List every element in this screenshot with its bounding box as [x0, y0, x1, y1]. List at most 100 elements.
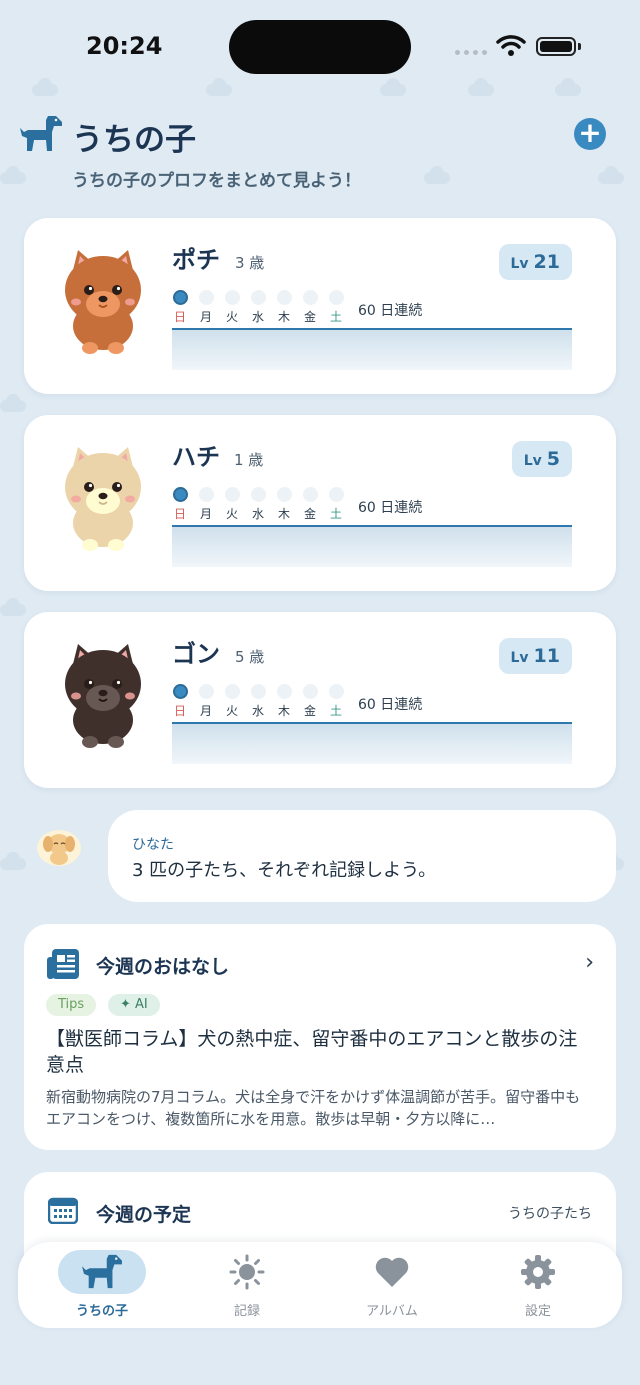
- level-value: 5: [546, 448, 560, 470]
- weekday-item: 水: [250, 290, 266, 325]
- weekday-item: 土: [328, 290, 344, 325]
- level-label: Lv: [510, 256, 529, 272]
- day-status-dot: [224, 487, 240, 502]
- weekday-item: 火: [224, 487, 240, 522]
- avatar-paw: [108, 342, 124, 354]
- weekday-item: 土: [328, 487, 344, 522]
- pet-name: ゴン: [172, 640, 220, 668]
- level-value: 11: [533, 645, 560, 667]
- speaker-name: ひなた: [132, 837, 174, 853]
- weekday-item: 月: [198, 487, 214, 522]
- day-status-dot: [250, 290, 266, 305]
- weekday-label: 月: [199, 507, 212, 521]
- avatar-paw: [82, 736, 98, 748]
- avatar-paw: [108, 539, 124, 551]
- mascot-icon: [37, 830, 81, 866]
- pet-card[interactable]: ゴン 5 歳 Lv 11 日月火水木金土 60 日連続: [24, 612, 616, 788]
- weekday-label: 月: [199, 704, 212, 718]
- weekday-label: 日: [173, 507, 186, 521]
- avatar-paw: [108, 736, 124, 748]
- pet-card[interactable]: ハチ 1 歳 Lv 5 日月火水木金土 60 日連続: [24, 415, 616, 591]
- tab-records[interactable]: 記録: [177, 1250, 317, 1320]
- weekday-label: 水: [251, 704, 264, 718]
- day-status-dot: [250, 684, 266, 699]
- newspaper-icon: [47, 949, 79, 979]
- weekday-item: 日: [172, 684, 188, 719]
- weekday-label: 土: [329, 310, 342, 324]
- day-status-dot: [302, 290, 318, 305]
- avatar-nose: [98, 492, 108, 500]
- avatar-eye-shine: [88, 680, 93, 685]
- tag-tips: Tips: [46, 994, 97, 1016]
- weekday-item: 金: [302, 487, 318, 522]
- weekly-story-card[interactable]: 今週のおはなし › Tips ✦ AI 【獣医師コラム】犬の熱中症、留守番中のエ…: [24, 924, 616, 1150]
- speech-bubble: ひなた 3 匹の子たち、それぞれ記録しよう。: [108, 810, 616, 902]
- level-value: 21: [533, 251, 560, 273]
- day-status-dot: [198, 487, 214, 502]
- day-status-dot: [224, 684, 240, 699]
- weekday-item: 金: [302, 290, 318, 325]
- avatar-paw: [82, 539, 98, 551]
- avatar-muzzle: [86, 291, 120, 317]
- weekday-item: 月: [198, 684, 214, 719]
- day-status-dot: [198, 290, 214, 305]
- level-label: Lv: [523, 453, 542, 469]
- activity-chart: [172, 525, 572, 567]
- avatar-nose: [98, 295, 108, 303]
- weekday-label: 木: [277, 507, 290, 521]
- dynamic-island: [229, 20, 411, 74]
- week-row: 日月火水木金土: [172, 290, 344, 325]
- weekday-item: 日: [172, 487, 188, 522]
- tab-label: 設定: [524, 1304, 551, 1319]
- weekday-label: 火: [225, 704, 238, 718]
- activity-chart: [172, 328, 572, 370]
- weekday-label: 日: [173, 310, 186, 324]
- weekday-item: 木: [276, 487, 292, 522]
- avatar-cheek: [125, 495, 135, 503]
- tab-label: うちの子: [75, 1304, 128, 1319]
- day-status-dot: [302, 487, 318, 502]
- avatar-cheek: [71, 495, 81, 503]
- day-status-dot: [172, 487, 188, 502]
- tab-album[interactable]: アルバム: [322, 1250, 462, 1320]
- weekday-label: 木: [277, 704, 290, 718]
- calendar-icon: [48, 1197, 78, 1224]
- streak-count: 60 日連続: [358, 500, 423, 516]
- level-badge: Lv 21: [498, 244, 572, 280]
- article-headline[interactable]: 【獣医師コラム】犬の熱中症、留守番中のエアコンと散歩の注意点: [46, 1026, 594, 1078]
- pet-name: ポチ: [172, 246, 220, 274]
- day-status-dot: [224, 290, 240, 305]
- day-status-dot: [276, 290, 292, 305]
- day-status-dot: [328, 487, 344, 502]
- avatar-eye-shine: [116, 286, 121, 291]
- avatar-cheek: [125, 298, 135, 306]
- pet-card[interactable]: ポチ 3 歳 Lv 21 日月火水木金土 60 日連続: [24, 218, 616, 394]
- battery-icon: [536, 37, 576, 56]
- weekday-label: 火: [225, 507, 238, 521]
- weekday-item: 水: [250, 487, 266, 522]
- add-pet-button[interactable]: +: [574, 118, 606, 150]
- status-time: 20:24: [86, 32, 163, 60]
- gear-icon: [521, 1255, 555, 1289]
- day-status-dot: [172, 290, 188, 305]
- tab-settings[interactable]: 設定: [468, 1250, 608, 1320]
- day-status-dot: [328, 290, 344, 305]
- tab-label: 記録: [233, 1304, 260, 1319]
- pet-age: 3 歳: [235, 254, 265, 272]
- pet-avatar: [65, 250, 141, 354]
- pet-avatar: [65, 644, 141, 748]
- avatar-muzzle: [86, 488, 120, 514]
- weekday-label: 金: [303, 507, 316, 521]
- weekday-label: 火: [225, 310, 238, 324]
- weekday-item: 金: [302, 684, 318, 719]
- chevron-right-icon[interactable]: ›: [585, 950, 594, 975]
- dog-icon: [82, 1254, 122, 1289]
- weekday-label: 金: [303, 704, 316, 718]
- weekday-label: 水: [251, 507, 264, 521]
- schedule-filter[interactable]: うちの子たち: [508, 1203, 592, 1223]
- avatar-cheek: [125, 692, 135, 700]
- weekday-item: 水: [250, 684, 266, 719]
- tab-home[interactable]: うちの子: [32, 1250, 172, 1320]
- weekday-item: 月: [198, 290, 214, 325]
- section-title: 今週のおはなし: [96, 956, 230, 978]
